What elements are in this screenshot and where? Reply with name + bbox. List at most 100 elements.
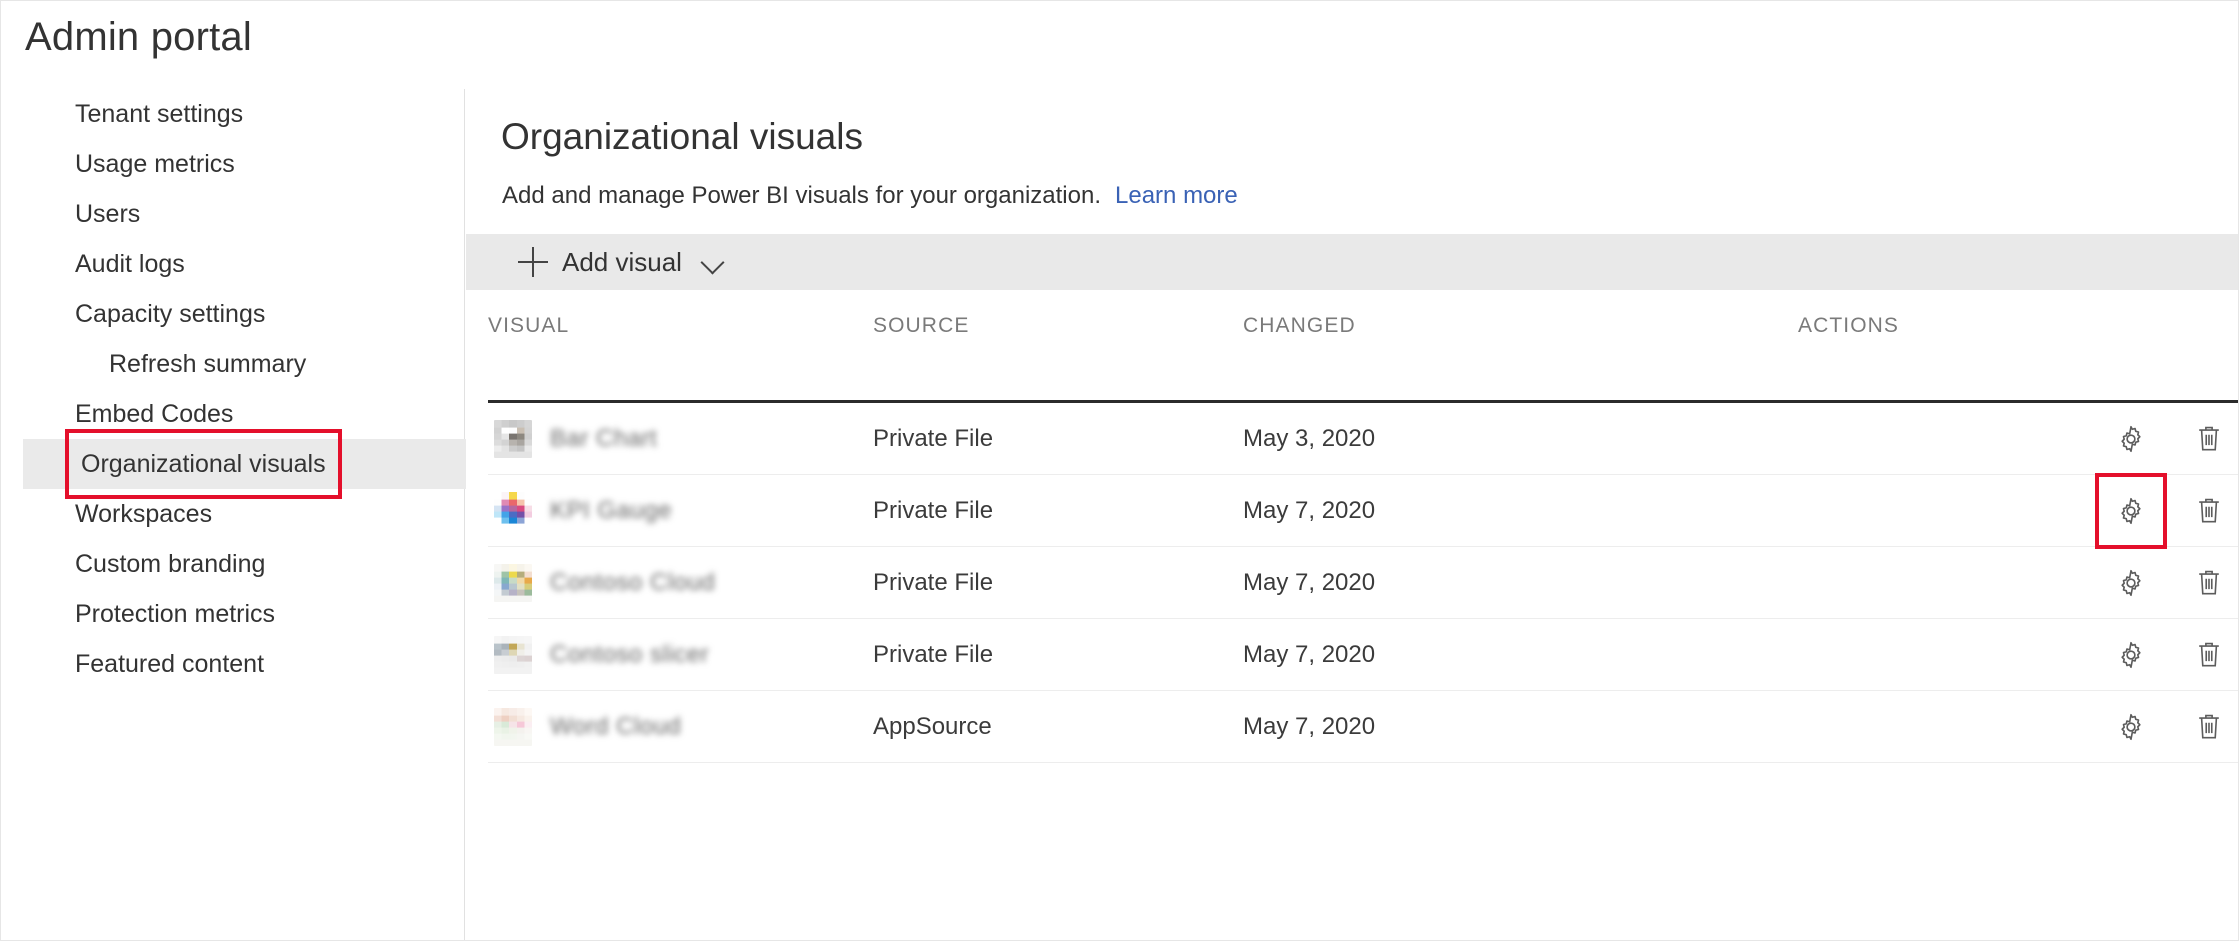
- column-header-visual[interactable]: VISUAL: [488, 314, 873, 402]
- cell-changed: May 7, 2020: [1243, 475, 1798, 547]
- column-header-source[interactable]: SOURCE: [873, 314, 1243, 402]
- visuals-table: VISUAL SOURCE CHANGED ACTIONS Bar Chart P…: [488, 314, 2239, 763]
- cell-actions: [1798, 691, 2239, 763]
- row-actions: [1798, 419, 2239, 459]
- cell-changed: May 3, 2020: [1243, 402, 1798, 475]
- cell-source: AppSource: [873, 691, 1243, 763]
- visual-name-group: Contoso Cloud: [488, 564, 873, 602]
- trash-icon[interactable]: [2189, 419, 2229, 459]
- sidebar-item-capacity-settings[interactable]: Capacity settings: [1, 289, 464, 339]
- cell-visual: Contoso Cloud: [488, 547, 873, 619]
- sidebar-item-embed-codes[interactable]: Embed Codes: [1, 389, 464, 439]
- gear-icon[interactable]: [2111, 563, 2151, 603]
- content-description-row: Add and manage Power BI visuals for your…: [502, 181, 1238, 211]
- gear-icon[interactable]: [2111, 635, 2151, 675]
- visual-thumbnail-icon: [494, 420, 532, 458]
- sidebar-item-label: Refresh summary: [109, 339, 306, 389]
- table-row[interactable]: Contoso slicer Private FileMay 7, 2020: [488, 619, 2239, 691]
- sidebar-item-usage-metrics[interactable]: Usage metrics: [1, 139, 464, 189]
- gear-icon[interactable]: [2111, 707, 2151, 747]
- gear-icon[interactable]: [2111, 419, 2151, 459]
- sidebar-item-label: Users: [75, 189, 140, 239]
- cell-visual: Bar Chart: [488, 402, 873, 475]
- cell-source: Private File: [873, 475, 1243, 547]
- sidebar-item-label: Capacity settings: [75, 289, 265, 339]
- cell-source: Private File: [873, 402, 1243, 475]
- column-header-actions: ACTIONS: [1798, 314, 2239, 402]
- add-visual-button[interactable]: Add visual: [506, 234, 738, 290]
- sidebar-item-label: Workspaces: [75, 489, 212, 539]
- sidebar-item-list: Tenant settingsUsage metricsUsersAudit l…: [1, 89, 464, 689]
- table-header: VISUAL SOURCE CHANGED ACTIONS: [488, 314, 2239, 402]
- visual-name-group: Contoso slicer: [488, 636, 873, 674]
- sidebar-item-organizational-visuals[interactable]: Organizational visuals: [23, 439, 466, 489]
- cell-changed: May 7, 2020: [1243, 619, 1798, 691]
- trash-icon[interactable]: [2189, 635, 2229, 675]
- cell-source: Private File: [873, 619, 1243, 691]
- chevron-down-icon[interactable]: [700, 249, 726, 275]
- cell-actions: [1798, 547, 2239, 619]
- cell-source: Private File: [873, 547, 1243, 619]
- learn-more-link[interactable]: Learn more: [1115, 182, 1238, 209]
- visuals-table-container: VISUAL SOURCE CHANGED ACTIONS Bar Chart P…: [488, 314, 2238, 940]
- visual-name-group: KPI Gauge: [488, 492, 873, 530]
- sidebar-item-label: Embed Codes: [75, 389, 233, 439]
- table-row[interactable]: Bar Chart Private FileMay 3, 2020: [488, 402, 2239, 475]
- visual-thumbnail-icon: [494, 492, 532, 530]
- sidebar-item-label: Audit logs: [75, 239, 185, 289]
- cell-visual: Word Cloud: [488, 691, 873, 763]
- command-bar: Add visual: [466, 234, 2238, 290]
- visual-thumbnail-icon: [494, 564, 532, 602]
- cell-changed: May 7, 2020: [1243, 691, 1798, 763]
- cell-actions: [1798, 619, 2239, 691]
- visual-thumbnail-icon: [494, 636, 532, 674]
- visual-name: Word Cloud: [550, 713, 681, 741]
- row-actions: [1798, 707, 2239, 747]
- visual-name-group: Word Cloud: [488, 708, 873, 746]
- sidebar-item-workspaces[interactable]: Workspaces: [1, 489, 464, 539]
- sidebar-item-label: Organizational visuals: [75, 439, 332, 489]
- table-row[interactable]: KPI Gauge Private FileMay 7, 2020: [488, 475, 2239, 547]
- table-row[interactable]: Contoso Cloud Private FileMay 7, 2020: [488, 547, 2239, 619]
- sidebar-item-label: Usage metrics: [75, 139, 235, 189]
- sidebar-item-custom-branding[interactable]: Custom branding: [1, 539, 464, 589]
- visual-name-group: Bar Chart: [488, 420, 873, 458]
- visual-name: Contoso slicer: [550, 641, 709, 669]
- cell-visual: Contoso slicer: [488, 619, 873, 691]
- main-content: Organizational visuals Add and manage Po…: [466, 89, 2238, 940]
- sidebar-item-users[interactable]: Users: [1, 189, 464, 239]
- sidebar-item-label: Tenant settings: [75, 89, 243, 139]
- cell-actions: [1798, 402, 2239, 475]
- sidebar-nav: Tenant settingsUsage metricsUsersAudit l…: [1, 89, 465, 941]
- column-header-changed[interactable]: CHANGED: [1243, 314, 1798, 402]
- sidebar-item-label: Protection metrics: [75, 589, 275, 639]
- sidebar-item-featured-content[interactable]: Featured content: [1, 639, 464, 689]
- row-actions: [1798, 563, 2239, 603]
- page-title: Admin portal: [25, 13, 252, 61]
- content-description: Add and manage Power BI visuals for your…: [502, 182, 1101, 209]
- visual-name: KPI Gauge: [550, 497, 672, 525]
- plus-icon: [518, 247, 548, 277]
- sidebar-item-tenant-settings[interactable]: Tenant settings: [1, 89, 464, 139]
- add-visual-label: Add visual: [562, 247, 682, 277]
- sidebar-item-label: Custom branding: [75, 539, 265, 589]
- sidebar-item-label: Featured content: [75, 639, 264, 689]
- table-body: Bar ChartPrivate FileMay 3, 2020KPI Gaug…: [488, 402, 2239, 763]
- cell-changed: May 7, 2020: [1243, 547, 1798, 619]
- sidebar-item-refresh-summary[interactable]: Refresh summary: [1, 339, 464, 389]
- row-actions: [1798, 491, 2239, 531]
- trash-icon[interactable]: [2189, 707, 2229, 747]
- trash-icon[interactable]: [2189, 563, 2229, 603]
- trash-icon[interactable]: [2189, 491, 2229, 531]
- visual-name: Contoso Cloud: [550, 569, 715, 597]
- cell-actions: [1798, 475, 2239, 547]
- visual-thumbnail-icon: [494, 708, 532, 746]
- visual-name: Bar Chart: [550, 425, 657, 453]
- sidebar-item-audit-logs[interactable]: Audit logs: [1, 239, 464, 289]
- gear-icon[interactable]: [2111, 491, 2151, 531]
- table-row[interactable]: Word Cloud AppSourceMay 7, 2020: [488, 691, 2239, 763]
- admin-portal-page: Admin portal Tenant settingsUsage metric…: [0, 0, 2239, 941]
- sidebar-item-protection-metrics[interactable]: Protection metrics: [1, 589, 464, 639]
- content-heading: Organizational visuals: [501, 115, 863, 159]
- cell-visual: KPI Gauge: [488, 475, 873, 547]
